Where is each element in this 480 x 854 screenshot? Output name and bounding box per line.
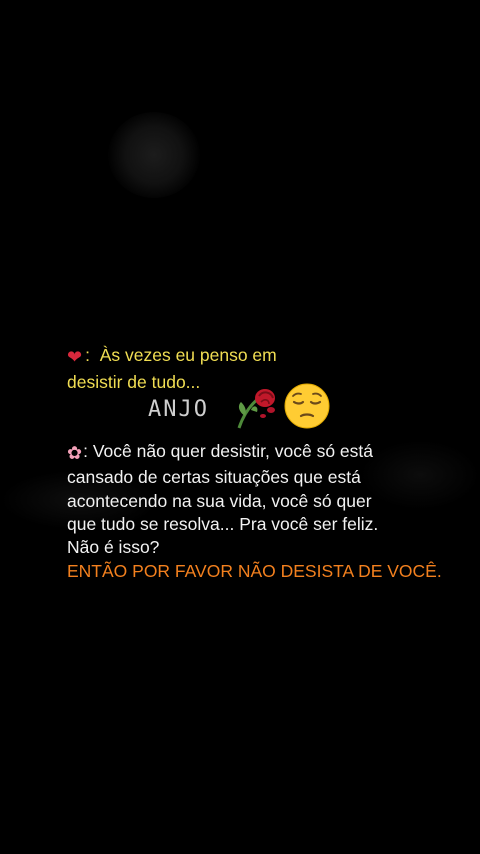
brain-dialogue-line-3: acontecendo na sua vida, você só quer <box>67 490 372 512</box>
background-shadow <box>108 112 200 198</box>
brain-dialogue-line-5: Não é isso? <box>67 536 159 558</box>
anatomical-heart-icon: ❤ <box>67 347 83 368</box>
brain-dialogue-text: que tudo se resolva... Pra você ser feli… <box>67 514 379 534</box>
brain-dialogue-text: cansado de certas situações que está <box>67 467 361 487</box>
brain-dialogue-line-1: ✿: Você não quer desistir, você só está <box>67 440 373 465</box>
heart-dialogue-line-2: desistir de tudo... <box>67 371 200 393</box>
video-frame: ❤: Às vezes eu penso em desistir de tudo… <box>0 0 480 854</box>
heart-speaker-mark: : <box>85 345 90 365</box>
heart-dialogue-line-1: ❤: Às vezes eu penso em <box>67 344 277 369</box>
brain-dialogue-line-2: cansado de certas situações que está <box>67 466 361 488</box>
brain-dialogue-line-4: que tudo se resolva... Pra você ser feli… <box>67 513 378 535</box>
brain-icon: ✿ <box>67 443 83 464</box>
brain-dialogue-text: acontecendo na sua vida, você só quer <box>67 491 372 511</box>
heart-dialogue-text: desistir de tudo... <box>67 372 201 392</box>
heart-dialogue-text: Às vezes eu penso em <box>99 345 277 365</box>
background-shadow <box>360 440 480 510</box>
wilted-rose-icon <box>237 389 275 429</box>
signature-text: ANJO <box>148 397 209 422</box>
closing-message: ENTÃO POR FAVOR NÃO DESISTA DE VOCÊ. <box>67 561 442 581</box>
brain-dialogue-text: Você não quer desistir, você só está <box>87 441 374 461</box>
pensive-face-icon <box>284 383 330 429</box>
brain-dialogue-text: Não é isso? <box>67 537 160 557</box>
